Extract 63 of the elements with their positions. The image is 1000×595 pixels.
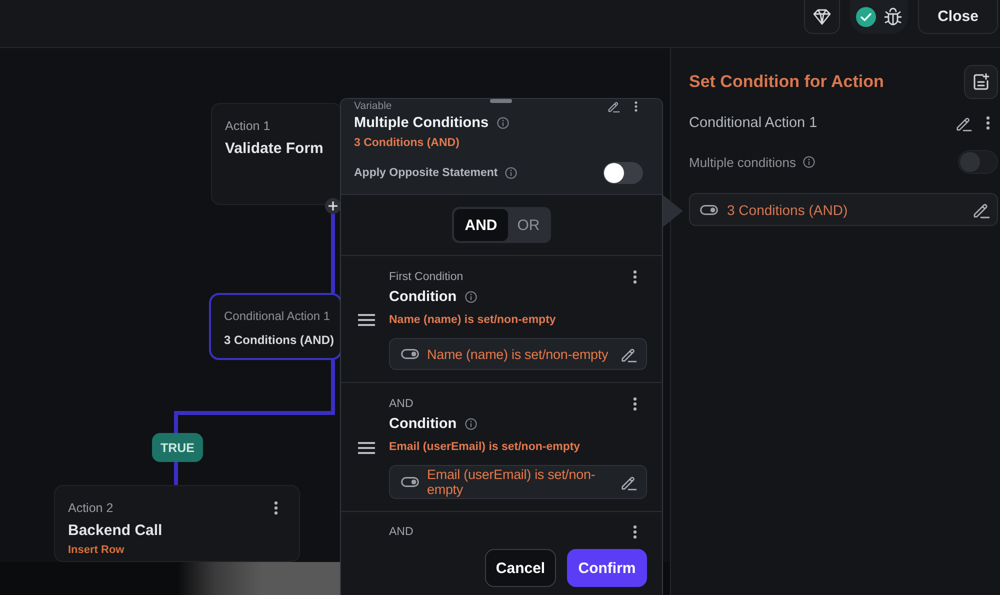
more-options-icon[interactable] <box>634 101 638 112</box>
node-title: Validate Form <box>225 139 324 159</box>
info-icon[interactable] <box>464 418 477 430</box>
action-name: Conditional Action 1 <box>689 115 818 131</box>
toggle-label: Apply Opposite Statement <box>354 167 498 179</box>
check-circle-icon[interactable] <box>856 7 876 27</box>
drag-handle-icon[interactable] <box>358 442 374 454</box>
condition-field[interactable]: Name (name) is set/non-empty <box>389 338 647 370</box>
condition-field[interactable]: 3 Conditions (AND) <box>689 193 998 226</box>
node-title: 3 Conditions (AND) <box>224 332 334 348</box>
info-icon[interactable] <box>464 291 477 303</box>
flow-node[interactable]: Action 1 Validate Form <box>211 103 342 205</box>
switch-icon <box>401 349 419 359</box>
plus-icon <box>328 201 338 211</box>
drag-handle-icon[interactable] <box>358 314 374 326</box>
condition-title: Condition <box>389 289 457 305</box>
condition-field[interactable]: Email (userEmail) is set/non-empty <box>389 465 647 499</box>
logo-button[interactable] <box>804 0 840 34</box>
info-icon[interactable] <box>504 167 517 179</box>
note-add-icon <box>972 73 990 91</box>
gem-icon <box>813 8 831 24</box>
toggle-label: Multiple conditions <box>689 154 796 170</box>
condition-description: Email (userEmail) is set/non-empty <box>389 440 580 455</box>
switch-icon <box>700 204 718 214</box>
condition-value: 3 Conditions (AND) <box>727 202 849 218</box>
branch-label: TRUE <box>152 433 203 462</box>
more-options-icon[interactable] <box>274 501 278 515</box>
flow-node[interactable]: Conditional Action 1 3 Conditions (AND) <box>209 293 342 360</box>
node-label: Conditional Action 1 <box>224 308 330 324</box>
popup-title: Multiple Conditions <box>354 115 489 131</box>
panel-title: Set Condition for Action <box>689 72 884 92</box>
more-options-icon[interactable] <box>633 270 637 284</box>
condition-value: Name (name) is set/non-empty <box>427 346 610 362</box>
info-icon[interactable] <box>496 117 509 129</box>
operator-tab[interactable]: OR <box>508 209 549 241</box>
condition-summary: 3 Conditions (AND) <box>354 136 460 150</box>
condition-description: Name (name) is set/non-empty <box>389 313 556 328</box>
node-label: Action 2 <box>68 500 114 516</box>
switch-icon <box>401 477 419 487</box>
cancel-button[interactable]: Cancel <box>485 549 556 587</box>
operator-tab[interactable]: AND <box>454 209 508 241</box>
close-button[interactable]: Close <box>918 0 998 34</box>
condition-prefix: First Condition <box>389 271 464 283</box>
flow-node[interactable]: Action 2 Backend Call Insert Row <box>54 485 300 562</box>
node-title: Backend Call <box>68 521 162 541</box>
confirm-button[interactable]: Confirm <box>567 549 647 587</box>
condition-title: Condition <box>389 416 457 432</box>
section-label: Variable <box>354 100 392 113</box>
condition-value: Email (userEmail) is set/non-empty <box>427 467 596 497</box>
more-options-icon[interactable] <box>633 525 637 539</box>
node-label: Action 1 <box>225 118 270 134</box>
node-subtitle: Insert Row <box>68 543 124 557</box>
more-options-icon[interactable] <box>986 116 990 130</box>
drag-handle[interactable] <box>490 99 512 103</box>
more-options-icon[interactable] <box>633 397 637 411</box>
toggle-switch[interactable] <box>958 150 998 174</box>
add-note-button[interactable] <box>964 65 998 99</box>
condition-prefix: AND <box>389 398 414 410</box>
condition-prefix: AND <box>389 526 414 538</box>
pencil-icon[interactable] <box>607 100 620 113</box>
bug-icon[interactable] <box>884 7 902 27</box>
toggle-switch[interactable] <box>603 162 643 184</box>
info-icon[interactable] <box>802 156 815 168</box>
